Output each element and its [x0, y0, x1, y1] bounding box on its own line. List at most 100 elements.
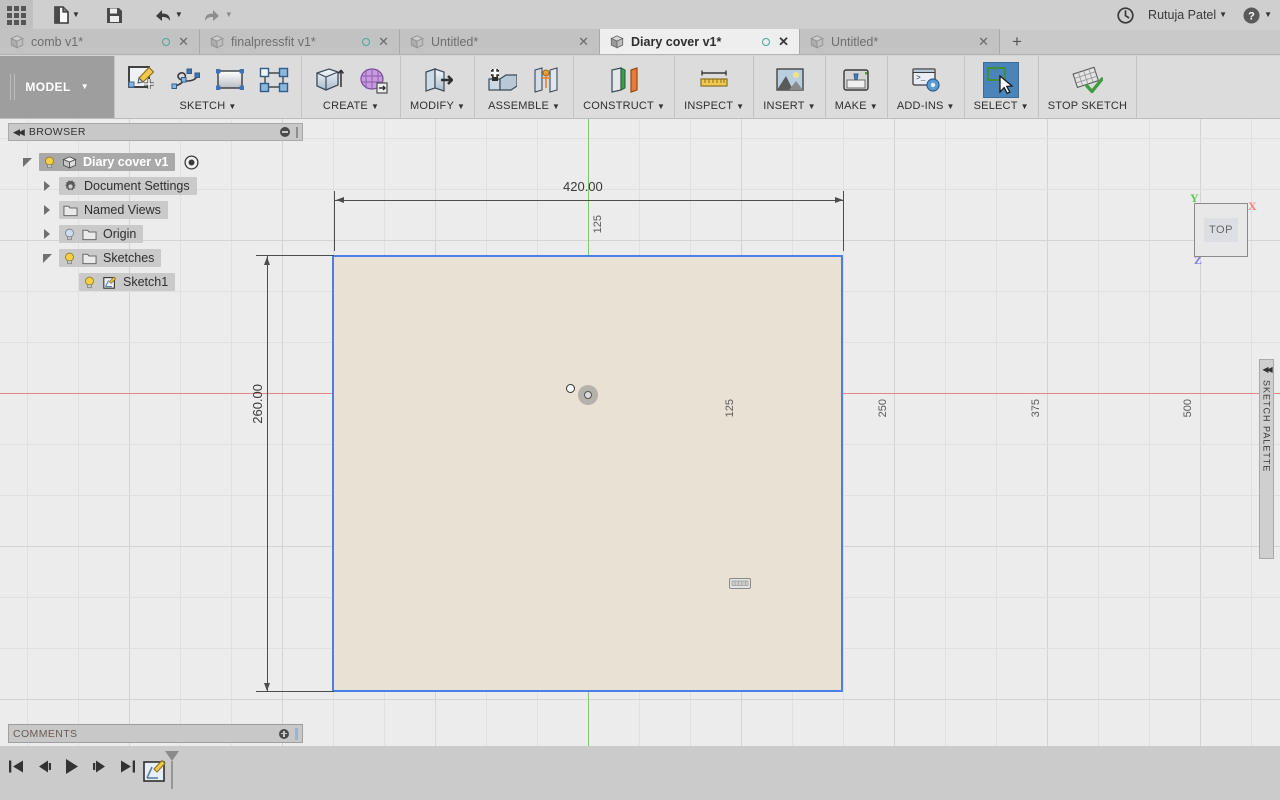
browser-minimize-icon[interactable] [280, 127, 290, 137]
ribbon-group-label[interactable]: ADD-INS ▼ [897, 100, 955, 112]
sketch-constraint-glyph[interactable] [729, 578, 751, 589]
close-icon[interactable]: ✕ [177, 35, 190, 48]
stop-sketch-button[interactable] [1069, 62, 1105, 98]
create-sketch-button[interactable] [124, 62, 160, 98]
new-component-button[interactable] [484, 62, 520, 98]
collapse-arrow-icon[interactable] [40, 253, 54, 263]
ribbon-group-label[interactable]: SELECT ▼ [974, 100, 1029, 112]
close-icon[interactable]: ✕ [377, 35, 390, 48]
ribbon-group-label[interactable]: STOP SKETCH [1048, 100, 1127, 112]
chevron-down-icon[interactable]: ▼ [736, 103, 744, 111]
ribbon-group-label[interactable]: MAKE ▼ [835, 100, 878, 112]
expand-arrow-icon[interactable] [40, 229, 54, 239]
chevron-down-icon[interactable]: ▼ [1264, 11, 1272, 19]
ribbon-group-label[interactable]: SKETCH ▼ [180, 100, 237, 112]
sketch-constraints-button[interactable] [256, 62, 292, 98]
viewcube-top-face[interactable]: TOP [1194, 203, 1248, 257]
viewcube-widget[interactable]: Y -X Z TOP [1180, 191, 1266, 273]
sketch-spline-button[interactable] [168, 62, 204, 98]
step-back-button[interactable] [36, 759, 52, 774]
browser-item-sketch1[interactable]: Sketch1 [8, 270, 298, 294]
workspace-switcher[interactable]: MODEL ▼ [0, 56, 114, 118]
3d-print-button[interactable] [838, 62, 874, 98]
ribbon-group-label[interactable]: INSPECT ▼ [684, 100, 744, 112]
activate-component-radio[interactable] [184, 154, 200, 170]
origin-point[interactable] [578, 385, 598, 405]
visibility-bulb-icon[interactable] [63, 252, 76, 265]
go-to-beginning-button[interactable] [8, 759, 24, 774]
width-dimension-text[interactable]: 420.00 [563, 179, 603, 194]
insert-image-button[interactable] [772, 62, 808, 98]
timeline-marker[interactable] [164, 750, 180, 792]
expand-arrow-icon[interactable] [40, 205, 54, 215]
step-forward-button[interactable] [92, 759, 108, 774]
go-to-end-button[interactable] [120, 759, 136, 774]
question-icon[interactable]: ? [1243, 7, 1260, 24]
joint-button[interactable] [528, 62, 564, 98]
ribbon-group-label[interactable]: CONSTRUCT ▼ [583, 100, 665, 112]
browser-resize-grip[interactable] [296, 126, 298, 138]
visibility-bulb-icon[interactable] [83, 276, 96, 289]
add-comment-icon[interactable] [279, 728, 289, 739]
document-tab-0[interactable]: comb v1* ✕ [0, 29, 200, 54]
document-tab-2[interactable]: Untitled* ✕ [400, 29, 600, 54]
close-icon[interactable]: ✕ [977, 35, 990, 48]
ribbon-group-label[interactable]: INSERT ▼ [763, 100, 815, 112]
ribbon-group-label[interactable]: CREATE ▼ [323, 100, 379, 112]
undo-button[interactable]: ▼ [146, 0, 190, 30]
chevron-down-icon[interactable]: ▼ [552, 103, 560, 111]
close-icon[interactable]: ✕ [777, 35, 790, 48]
clock-icon[interactable] [1117, 6, 1134, 24]
close-icon[interactable]: ✕ [577, 35, 590, 48]
create-form-button[interactable] [355, 62, 391, 98]
scripts-addins-button[interactable]: >_ [908, 62, 944, 98]
new-document-button[interactable]: ▼ [47, 0, 87, 30]
sketch-rectangle-button[interactable] [212, 62, 248, 98]
extrude-button[interactable] [311, 62, 347, 98]
select-tool-button[interactable] [983, 62, 1020, 98]
ribbon-group-label[interactable]: MODIFY ▼ [410, 100, 465, 112]
browser-item-sketches[interactable]: Sketches [8, 246, 298, 270]
sketch-profile-rectangle[interactable] [332, 255, 843, 692]
comments-resize-grip[interactable] [295, 727, 298, 740]
sketch-palette-rail[interactable]: ◀◀ SKETCH PALETTE [1259, 359, 1274, 559]
play-button[interactable] [64, 758, 80, 775]
redo-button[interactable]: ▼ [196, 0, 240, 30]
collapse-arrow-icon[interactable] [20, 157, 34, 167]
new-tab-button[interactable]: + [1000, 29, 1034, 54]
app-grid-button[interactable] [0, 0, 33, 30]
press-pull-button[interactable] [420, 62, 456, 98]
visibility-bulb-icon[interactable] [63, 228, 76, 241]
collapse-left-icon[interactable]: ◀◀ [1262, 365, 1272, 374]
chevron-down-icon[interactable]: ▼ [870, 103, 878, 111]
visibility-bulb-icon[interactable] [43, 156, 56, 169]
measure-button[interactable] [696, 62, 732, 98]
browser-item-diary-cover-v1[interactable]: Diary cover v1 [8, 150, 298, 174]
sketch-point-circle[interactable] [566, 384, 575, 393]
chevron-down-icon[interactable]: ▼ [457, 103, 465, 111]
user-name[interactable]: Rutuja Patel [1148, 8, 1216, 22]
save-button[interactable] [99, 0, 130, 30]
ribbon-group-label[interactable]: ASSEMBLE ▼ [488, 100, 560, 112]
expand-arrow-icon[interactable] [40, 181, 54, 191]
chevron-down-icon[interactable]: ▼ [228, 103, 236, 111]
document-tab-4[interactable]: Untitled* ✕ [800, 29, 1000, 54]
collapse-left-icon[interactable]: ◀◀ [13, 127, 25, 138]
height-dimension-text[interactable]: 260.00 [250, 384, 265, 424]
browser-item-named-views[interactable]: Named Views [8, 198, 298, 222]
document-tab-1[interactable]: finalpressfit v1* ✕ [200, 29, 400, 54]
document-tab-3[interactable]: Diary cover v1* ✕ [600, 29, 800, 54]
chevron-down-icon[interactable]: ▼ [657, 103, 665, 111]
offset-plane-button[interactable] [606, 62, 642, 98]
chevron-down-icon[interactable]: ▼ [808, 103, 816, 111]
grid-line-vertical [1098, 119, 1099, 746]
chevron-down-icon[interactable]: ▼ [947, 103, 955, 111]
browser-item-origin[interactable]: Origin [8, 222, 298, 246]
chevron-down-icon[interactable]: ▼ [1219, 11, 1227, 19]
chevron-down-icon[interactable]: ▼ [371, 103, 379, 111]
browser-item-document-settings[interactable]: Document Settings [8, 174, 298, 198]
document-tab-label: Diary cover v1* [631, 34, 722, 49]
drag-grip[interactable] [10, 74, 18, 105]
comments-panel[interactable]: COMMENTS [8, 724, 303, 743]
chevron-down-icon[interactable]: ▼ [1021, 103, 1029, 111]
